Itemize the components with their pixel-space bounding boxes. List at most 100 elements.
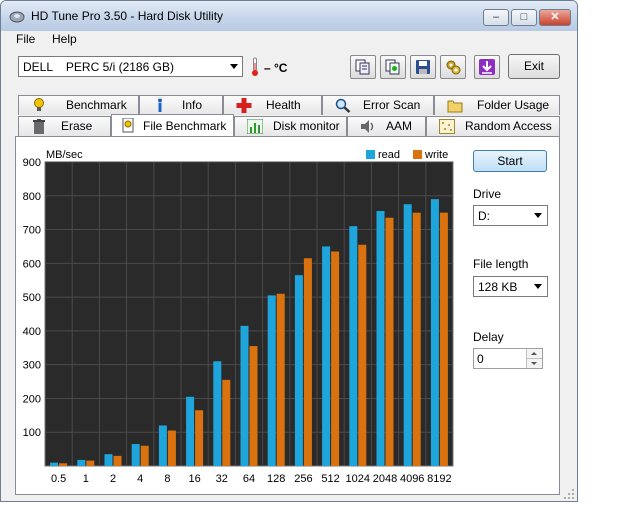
x-tick-label: 0.5: [51, 473, 66, 485]
bar-write: [222, 379, 231, 466]
x-tick-label: 256: [294, 473, 312, 485]
options-icon: [446, 60, 461, 75]
bar-write: [412, 212, 421, 466]
y-tick-label: 300: [23, 360, 41, 372]
bar-write: [358, 244, 367, 466]
chart-y-ticks: 100 200 300 400 500 600 700 800 900: [23, 157, 41, 439]
download-icon: [479, 59, 495, 75]
chevron-down-icon: [534, 284, 542, 289]
drive-combo-value: D:: [478, 209, 490, 223]
tab-folder-usage-label: Folder Usage: [477, 98, 550, 112]
tab-random-access[interactable]: Random Access: [426, 116, 560, 136]
tab-error-scan[interactable]: Error Scan: [322, 95, 434, 115]
tab-file-benchmark-label: File Benchmark: [143, 119, 227, 133]
bar-write: [140, 445, 149, 466]
close-button[interactable]: ✕: [539, 9, 571, 26]
download-button[interactable]: [474, 55, 500, 79]
bar-read: [403, 204, 412, 466]
folder-icon: [447, 100, 463, 113]
speaker-icon: [361, 120, 374, 133]
health-icon: [236, 98, 252, 113]
legend-swatch-write: [413, 150, 422, 159]
drive-select[interactable]: DELL PERC 5/i (2186 GB): [18, 56, 243, 77]
bar-read: [267, 295, 276, 466]
minimize-button[interactable]: –: [483, 9, 509, 26]
tab-aam[interactable]: AAM: [347, 116, 426, 136]
x-tick-label: 8: [164, 473, 170, 485]
x-tick-label: 1: [83, 473, 89, 485]
menu-help[interactable]: Help: [52, 32, 77, 46]
bar-read: [430, 199, 439, 466]
bar-read: [376, 210, 385, 466]
disk-monitor-icon: [247, 119, 263, 134]
bar-read: [186, 396, 195, 466]
tab-info[interactable]: Info: [139, 95, 223, 115]
x-tick-label: 64: [243, 473, 255, 485]
file-benchmark-icon: [122, 118, 134, 133]
bar-read: [294, 275, 303, 466]
bar-write: [331, 251, 340, 466]
legend-label-read: read: [378, 149, 400, 161]
benchmark-icon: [34, 98, 44, 111]
tab-error-scan-label: Error Scan: [363, 98, 421, 112]
legend-swatch-read: [366, 150, 375, 159]
file-length-combo[interactable]: 128 KB: [473, 276, 548, 297]
bar-write: [385, 217, 394, 466]
bar-write: [439, 212, 448, 466]
y-tick-label: 200: [23, 393, 41, 405]
delay-stepper[interactable]: 0: [473, 348, 543, 369]
menu-file[interactable]: File: [16, 32, 35, 46]
bar-read: [131, 444, 140, 466]
drive-combo[interactable]: D:: [473, 205, 548, 226]
tab-erase[interactable]: Erase: [18, 116, 111, 136]
bar-read: [50, 462, 59, 466]
tab-disk-monitor[interactable]: Disk monitor: [234, 116, 347, 136]
x-tick-label: 128: [267, 473, 285, 485]
start-button[interactable]: Start: [473, 150, 547, 172]
x-tick-label: 4096: [400, 473, 424, 485]
x-tick-label: 2: [110, 473, 116, 485]
title-bar[interactable]: HD Tune Pro 3.50 - Hard Disk Utility – □…: [1, 1, 577, 32]
delay-value: 0: [477, 352, 484, 366]
save-button[interactable]: [410, 55, 436, 79]
y-tick-label: 500: [23, 292, 41, 304]
tab-aam-label: AAM: [386, 119, 413, 133]
tab-file-benchmark[interactable]: File Benchmark: [111, 114, 234, 136]
x-tick-label: 1024: [346, 473, 370, 485]
bar-write: [86, 460, 95, 466]
exit-button[interactable]: Exit: [508, 54, 560, 79]
random-access-icon: [439, 119, 455, 134]
copy-info-button[interactable]: [380, 55, 406, 79]
y-tick-label: 600: [23, 258, 41, 270]
tab-erase-label: Erase: [61, 119, 93, 133]
tab-benchmark[interactable]: Benchmark: [18, 95, 139, 115]
copy-icon: [355, 59, 370, 75]
x-tick-label: 8192: [427, 473, 451, 485]
tab-folder-usage[interactable]: Folder Usage: [434, 95, 560, 115]
file-length-combo-value: 128 KB: [478, 280, 518, 294]
bar-write: [249, 346, 258, 466]
bar-read: [158, 425, 167, 466]
magnifier-icon: [335, 98, 351, 113]
drive-select-value: DELL PERC 5/i (2186 GB): [23, 60, 174, 74]
y-tick-label: 400: [23, 326, 41, 338]
resize-grip-icon[interactable]: [563, 488, 575, 500]
bar-write: [113, 455, 122, 466]
bar-read: [104, 454, 113, 466]
bar-read: [77, 459, 86, 466]
chevron-down-icon: [534, 213, 542, 218]
options-button[interactable]: [440, 55, 466, 79]
bar-read: [349, 226, 358, 466]
y-tick-label: 700: [23, 225, 41, 237]
copy-button[interactable]: [350, 55, 376, 79]
window-title: HD Tune Pro 3.50 - Hard Disk Utility: [31, 9, 224, 23]
y-tick-label: 900: [23, 157, 41, 169]
erase-icon: [33, 119, 45, 134]
maximize-button[interactable]: □: [511, 9, 537, 26]
stepper-up-icon[interactable]: [526, 349, 542, 359]
bar-read: [240, 325, 249, 466]
tab-health[interactable]: Health: [223, 95, 322, 115]
tab-random-access-label: Random Access: [465, 119, 552, 133]
legend-label-write: write: [424, 149, 448, 161]
stepper-down-icon[interactable]: [526, 359, 542, 368]
